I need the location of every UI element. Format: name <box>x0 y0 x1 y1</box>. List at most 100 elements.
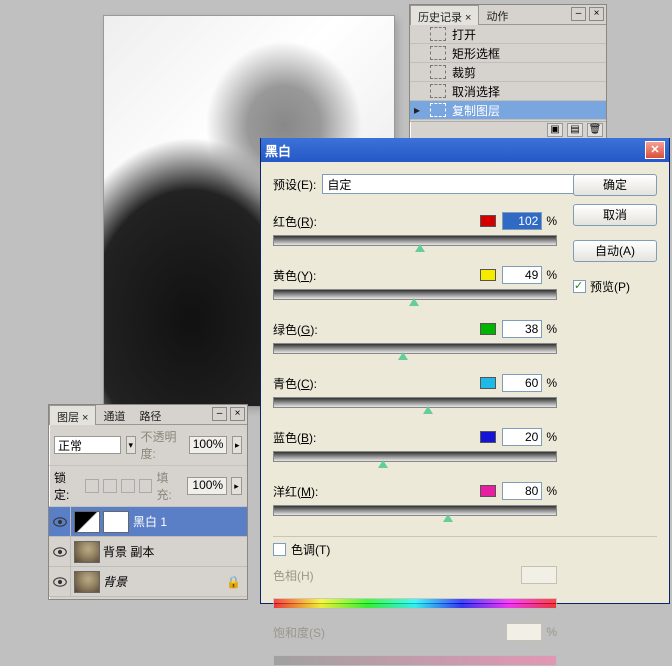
lock-transparency-icon[interactable] <box>85 479 99 493</box>
visibility-toggle[interactable] <box>49 567 71 597</box>
slider-track[interactable] <box>273 289 557 300</box>
trash-icon[interactable]: 🗑 <box>587 123 603 137</box>
tab-paths[interactable]: 路径 <box>132 405 168 424</box>
lock-icon: 🔒 <box>226 575 241 589</box>
fill-field[interactable]: 100% <box>187 477 227 495</box>
history-item[interactable]: 打开 <box>410 25 606 44</box>
panel-minimize-button[interactable]: – <box>571 7 586 21</box>
slider-label: 青色(C): <box>273 375 333 392</box>
slider-track[interactable] <box>273 451 557 462</box>
history-item[interactable]: 取消选择 <box>410 82 606 101</box>
slider-thumb[interactable] <box>398 352 408 360</box>
slider-thumb[interactable] <box>415 244 425 252</box>
history-step-icon <box>430 103 446 117</box>
panel-close-button[interactable]: × <box>589 7 604 21</box>
black-white-dialog: 黑白 ✕ 确定 取消 自动(A) 预览(P) 预设(E): 自定 ▾ ☰ 红色(… <box>260 138 670 604</box>
slider-value-input[interactable]: 49 <box>502 266 542 284</box>
layer-thumbnail[interactable] <box>74 571 100 593</box>
slider-label: 红色(R): <box>273 213 333 230</box>
tint-label: 色调(T) <box>291 541 330 558</box>
chevron-right-icon[interactable]: ▸ <box>231 477 242 495</box>
layer-name: 背景 <box>103 573 127 590</box>
history-item-label: 复制图层 <box>452 102 500 119</box>
new-doc-icon[interactable]: ▤ <box>567 123 583 137</box>
tab-layers[interactable]: 图层× <box>49 405 96 425</box>
slider-value-input[interactable]: 38 <box>502 320 542 338</box>
slider-thumb[interactable] <box>423 406 433 414</box>
slider-value-input[interactable]: 80 <box>502 482 542 500</box>
slider-label: 黄色(Y): <box>273 267 333 284</box>
chevron-right-icon[interactable]: ▸ <box>232 436 242 454</box>
tint-checkbox[interactable] <box>273 543 286 556</box>
cancel-button[interactable]: 取消 <box>573 204 657 226</box>
slider-value-input[interactable]: 20 <box>502 428 542 446</box>
history-item[interactable]: 矩形选框 <box>410 44 606 63</box>
saturation-label: 饱和度(S) <box>273 624 333 641</box>
tab-actions[interactable]: 动作 <box>479 5 515 24</box>
tab-channels[interactable]: 通道 <box>96 405 132 424</box>
dialog-titlebar[interactable]: 黑白 ✕ <box>261 138 669 162</box>
preview-checkbox[interactable] <box>573 280 586 293</box>
color-swatch <box>480 215 496 227</box>
layer-thumbnail[interactable] <box>74 541 100 563</box>
slider-track[interactable] <box>273 397 557 408</box>
history-item-label: 裁剪 <box>452 64 476 81</box>
history-item[interactable]: 裁剪 <box>410 63 606 82</box>
lock-all-icon[interactable] <box>139 479 153 493</box>
preset-select[interactable]: 自定 <box>322 174 612 194</box>
slider-track[interactable] <box>273 343 557 354</box>
layer-name: 背景 副本 <box>103 543 154 560</box>
lock-position-icon[interactable] <box>121 479 135 493</box>
color-slider-group: 绿色(G):38% <box>273 320 657 354</box>
panel-close-button[interactable]: × <box>230 407 245 421</box>
layer-mask-thumbnail[interactable] <box>103 511 129 533</box>
slider-label: 洋红(M): <box>273 483 333 500</box>
color-swatch <box>480 269 496 281</box>
slider-track[interactable] <box>273 235 557 246</box>
ok-button[interactable]: 确定 <box>573 174 657 196</box>
preset-label: 预设(E): <box>273 176 316 193</box>
blend-mode-select[interactable]: 正常 <box>54 436 121 454</box>
history-toggle-icon[interactable]: ▸ <box>414 103 424 117</box>
opacity-field[interactable]: 100% <box>189 436 228 454</box>
hue-value <box>521 566 557 584</box>
tab-history[interactable]: 历史记录× <box>410 5 479 25</box>
new-snapshot-icon[interactable]: ▣ <box>547 123 563 137</box>
percent-label: % <box>546 484 557 498</box>
layers-list[interactable]: 黑白 1 背景 副本背景 🔒 <box>49 507 247 597</box>
layer-thumbnail[interactable] <box>74 511 100 533</box>
slider-thumb[interactable] <box>443 514 453 522</box>
auto-button[interactable]: 自动(A) <box>573 240 657 262</box>
layers-panel: – × 图层× 通道 路径 正常 ▾ 不透明度: 100% ▸ 锁定: 填充: … <box>48 404 248 600</box>
dialog-close-button[interactable]: ✕ <box>645 141 665 159</box>
layer-row[interactable]: 黑白 1 <box>49 507 247 537</box>
fill-label: 填充: <box>156 469 183 503</box>
slider-track[interactable] <box>273 505 557 516</box>
slider-thumb[interactable] <box>409 298 419 306</box>
panel-minimize-button[interactable]: – <box>212 407 227 421</box>
color-swatch <box>480 323 496 335</box>
history-list[interactable]: 打开矩形选框裁剪取消选择 ▸ 复制图层 <box>410 25 606 121</box>
slider-thumb[interactable] <box>378 460 388 468</box>
opacity-label: 不透明度: <box>141 428 184 462</box>
percent-label: % <box>546 214 557 228</box>
slider-value-input[interactable]: 102 <box>502 212 542 230</box>
history-item[interactable]: ▸ 复制图层 <box>410 101 606 120</box>
dialog-title: 黑白 <box>265 141 291 160</box>
close-icon[interactable]: × <box>82 412 88 424</box>
layer-row[interactable]: 背景 🔒 <box>49 567 247 597</box>
chevron-down-icon[interactable]: ▾ <box>126 436 136 454</box>
history-step-icon <box>430 65 446 79</box>
visibility-toggle[interactable] <box>49 507 71 537</box>
history-item-label: 打开 <box>452 26 476 43</box>
history-item-label: 取消选择 <box>452 83 500 100</box>
lock-paint-icon[interactable] <box>103 479 117 493</box>
saturation-slider <box>273 655 557 666</box>
slider-value-input[interactable]: 60 <box>502 374 542 392</box>
layer-row[interactable]: 背景 副本 <box>49 537 247 567</box>
close-icon[interactable]: × <box>465 12 471 24</box>
visibility-toggle[interactable] <box>49 537 71 567</box>
lock-label: 锁定: <box>54 469 81 503</box>
history-item-label: 矩形选框 <box>452 45 500 62</box>
saturation-value <box>506 623 542 641</box>
